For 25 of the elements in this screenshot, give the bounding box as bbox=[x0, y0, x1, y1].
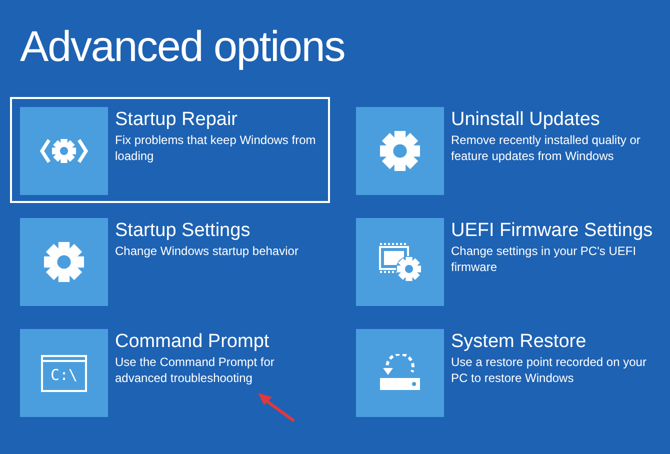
terminal-icon: C:\ bbox=[41, 354, 87, 392]
option-description: Fix problems that keep Windows from loading bbox=[115, 132, 317, 164]
option-tile[interactable]: Startup Settings Change Windows startup behavior bbox=[10, 208, 330, 314]
option-description: Change settings in your PC's UEFI firmware bbox=[451, 243, 638, 275]
gear-icon bbox=[44, 242, 84, 282]
option-title: Startup Settings bbox=[115, 219, 252, 243]
option-tile[interactable]: System Restore Use a restore point recorded on your PC to restore Windows bbox=[346, 319, 666, 425]
option-title: Uninstall Updates bbox=[451, 108, 601, 132]
option-tile[interactable]: UEFI Firmware Settings Change settings in your PC's UEFI firmware bbox=[346, 208, 666, 314]
option-title: System Restore bbox=[451, 330, 588, 354]
option-description: Use a restore point recorded on your PC to restore Windows bbox=[451, 354, 648, 386]
option-description: Change Windows startup behavior bbox=[115, 243, 300, 259]
restore-icon bbox=[378, 354, 422, 392]
chip-gear-icon bbox=[378, 242, 422, 282]
page-title: Advanced options bbox=[19, 22, 346, 73]
option-title: Startup Repair bbox=[115, 108, 239, 132]
option-tile[interactable]: Uninstall Updates Remove recently installed quality or feature updates from Windows bbox=[346, 97, 666, 203]
option-tile[interactable]: Startup Repair Fix problems that keep Windows from loading bbox=[10, 97, 330, 203]
repair-icon bbox=[40, 136, 88, 166]
option-tile[interactable]: C:\ Command Prompt Use the Command Prompt for advanced troubleshooting bbox=[10, 319, 330, 425]
gear-icon bbox=[380, 131, 420, 171]
option-description: Remove recently installed quality or feature updates from Windows bbox=[451, 132, 642, 164]
option-description: Use the Command Prompt for advanced troubleshooting bbox=[115, 354, 276, 386]
option-title: Command Prompt bbox=[115, 330, 270, 354]
option-title: UEFI Firmware Settings bbox=[451, 219, 654, 243]
